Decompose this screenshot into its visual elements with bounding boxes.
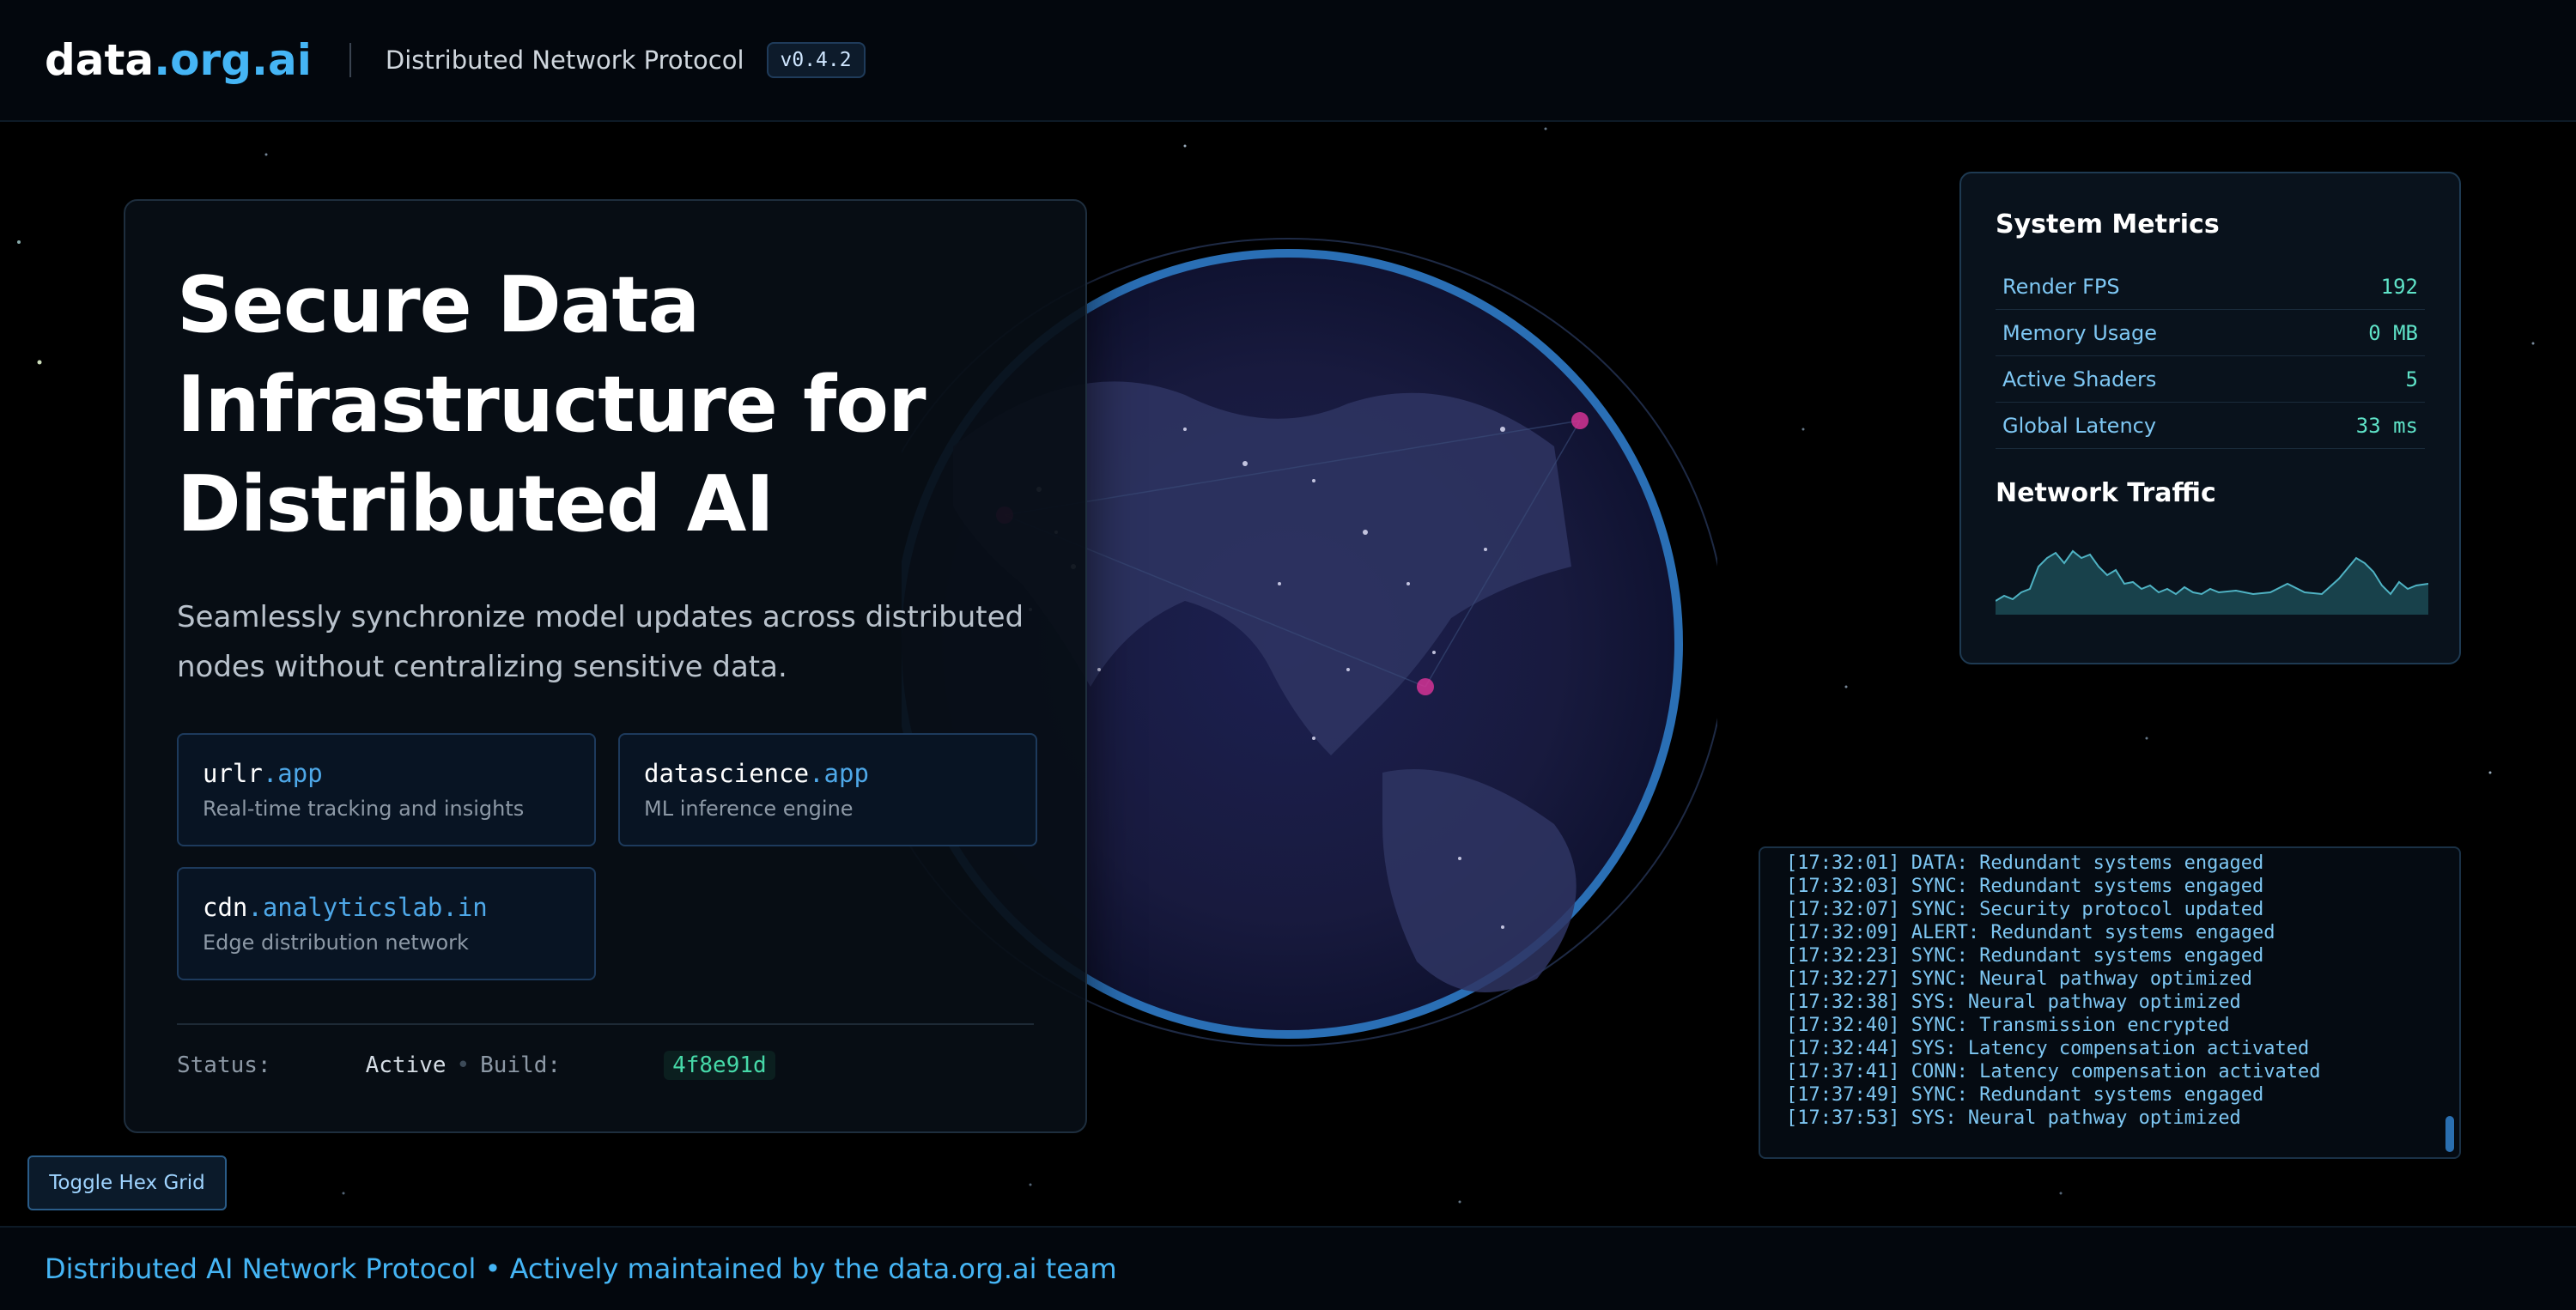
log-line: [17:32:01] DATA: Redundant systems engag… (1786, 852, 2264, 874)
card-description: Real-time tracking and insights (203, 797, 525, 821)
card-description: Edge distribution network (203, 931, 469, 955)
metric-row-shaders: Active Shaders 5 (1996, 356, 2425, 403)
footer-bar: Distributed AI Network Protocol • Active… (0, 1226, 2576, 1310)
service-card-cdn[interactable]: cdn.analyticslab.in Edge distribution ne… (177, 867, 596, 980)
log-line: [17:32:23] SYNC: Redundant systems engag… (1786, 945, 2264, 967)
log-line: [17:32:44] SYS: Latency compensation act… (1786, 1038, 2310, 1059)
log-line: [17:32:27] SYNC: Neural pathway optimize… (1786, 968, 2253, 990)
site-logo[interactable]: data.org.ai (45, 35, 312, 85)
log-line: [17:32:40] SYNC: Transmission encrypted (1786, 1015, 2230, 1036)
build-hash: 4f8e91d (664, 1051, 775, 1080)
metric-row-fps: Render FPS 192 (1996, 264, 2425, 310)
metric-row-memory: Memory Usage 0 MB (1996, 310, 2425, 356)
metric-value: 5 (2405, 367, 2418, 391)
metric-value: 33 ms (2355, 413, 2418, 438)
hero-panel: Secure Data Infrastructure for Distribut… (124, 199, 1087, 1133)
separator-dot: • (456, 1052, 471, 1078)
header-divider (349, 43, 351, 77)
card-title: datascience.app (644, 759, 869, 788)
log-line: [17:37:41] CONN: Latency compensation ac… (1786, 1061, 2321, 1083)
metric-row-latency: Global Latency 33 ms (1996, 403, 2425, 449)
metrics-title: System Metrics (1996, 209, 2220, 240)
network-traffic-title: Network Traffic (1996, 478, 2216, 508)
network-node (1417, 678, 1434, 695)
metric-value: 0 MB (2368, 320, 2418, 345)
metric-label: Active Shaders (2002, 367, 2157, 391)
log-line: [17:37:53] SYS: Neural pathway optimized (1786, 1107, 2241, 1129)
metric-label: Memory Usage (2002, 320, 2158, 345)
log-line: [17:32:38] SYS: Neural pathway optimized (1786, 992, 2241, 1013)
service-cards: urlr.app Real-time tracking and insights… (177, 733, 1037, 980)
log-line: [17:32:09] ALERT: Redundant systems enga… (1786, 922, 2275, 943)
log-line: [17:32:07] SYNC: Security protocol updat… (1786, 899, 2264, 920)
system-metrics-panel: System Metrics Render FPS 192 Memory Usa… (1959, 172, 2461, 664)
status-divider (177, 1023, 1034, 1025)
metric-label: Global Latency (2002, 413, 2157, 438)
top-header: data.org.ai Distributed Network Protocol… (0, 0, 2576, 122)
event-log-panel[interactable]: [17:32:01] DATA: Redundant systems engag… (1759, 846, 2461, 1159)
toggle-hex-grid-button[interactable]: Toggle Hex Grid (27, 1155, 227, 1210)
network-traffic-sparkline (1996, 549, 2428, 615)
hero-description: Seamlessly synchronize model updates acr… (177, 600, 1024, 684)
log-line: [17:37:49] SYNC: Redundant systems engag… (1786, 1084, 2264, 1106)
metric-label: Render FPS (2002, 274, 2120, 299)
log-line: [17:32:03] SYNC: Redundant systems engag… (1786, 876, 2264, 897)
metric-value: 192 (2380, 274, 2418, 299)
service-card-urlr[interactable]: urlr.app Real-time tracking and insights (177, 733, 596, 846)
build-label: Build: (480, 1052, 562, 1078)
card-title: urlr.app (203, 759, 323, 788)
network-node (1571, 412, 1589, 429)
version-badge: v0.4.2 (766, 42, 866, 78)
log-scrollbar[interactable] (2445, 1116, 2454, 1152)
service-card-datascience[interactable]: datascience.app ML inference engine (618, 733, 1037, 846)
hero-title: Secure Data Infrastructure for Distribut… (177, 260, 926, 549)
status-row: Status: Active • Build: 4f8e91d (177, 1051, 1034, 1080)
status-label: Status: (177, 1052, 271, 1078)
header-subtitle: Distributed Network Protocol (385, 45, 744, 75)
footer-text: Distributed AI Network Protocol • Active… (45, 1252, 1117, 1285)
status-value: Active (365, 1052, 447, 1078)
card-title: cdn.analyticslab.in (203, 893, 488, 922)
card-description: ML inference engine (644, 797, 854, 821)
